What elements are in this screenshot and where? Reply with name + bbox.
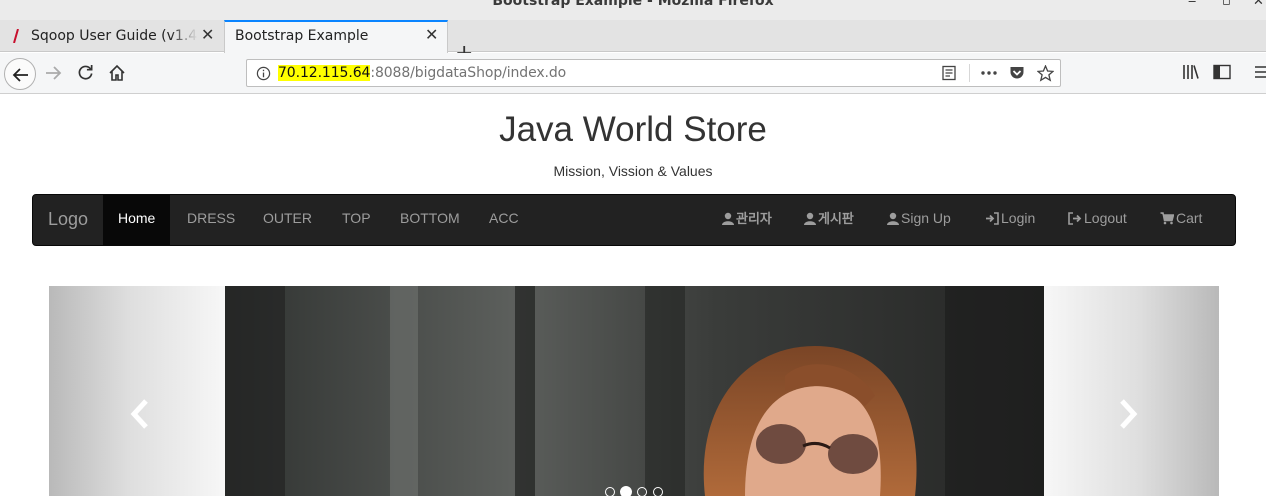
user-icon bbox=[887, 212, 899, 225]
reload-button[interactable] bbox=[77, 64, 94, 81]
url-text[interactable]: 70.12.115.64:8088/bigdataShop/index.do bbox=[278, 65, 566, 81]
site-info-icon[interactable] bbox=[256, 66, 271, 81]
nav-item-admin[interactable]: 관리자 bbox=[722, 195, 772, 245]
log-in-icon bbox=[986, 212, 999, 225]
menu-icon[interactable] bbox=[1254, 64, 1266, 80]
page-title: Java World Store bbox=[499, 110, 767, 149]
navbar-brand[interactable]: Logo bbox=[48, 209, 88, 230]
favicon-icon bbox=[13, 29, 19, 43]
sidebar-icon[interactable] bbox=[1213, 64, 1231, 80]
chevron-left-icon[interactable] bbox=[129, 398, 151, 430]
bookmark-star-icon[interactable] bbox=[1037, 65, 1054, 82]
user-icon bbox=[804, 212, 816, 225]
page-subtitle: Mission, Vission & Values bbox=[553, 163, 713, 179]
home-button[interactable] bbox=[108, 64, 126, 82]
image-carousel bbox=[49, 286, 1219, 496]
pocket-icon[interactable] bbox=[1009, 65, 1025, 81]
nav-item-home[interactable]: Home bbox=[103, 195, 171, 245]
shopping-cart-icon bbox=[1160, 212, 1174, 225]
navigation-toolbar: 70.12.115.64:8088/bigdataShop/index.do bbox=[0, 53, 1266, 94]
carousel-next-control[interactable] bbox=[1044, 286, 1219, 496]
maximize-button[interactable]: ▫ bbox=[1222, 0, 1231, 9]
arrow-left-icon bbox=[12, 68, 28, 82]
tab-sqoop-user-guide[interactable]: Sqoop User Guide (v1.4.6) ✕ bbox=[0, 20, 223, 52]
page-actions-icon[interactable] bbox=[980, 65, 998, 81]
carousel-indicator[interactable] bbox=[637, 487, 647, 496]
url-path: :8088/bigdataShop/index.do bbox=[370, 65, 567, 81]
carousel-slide-image bbox=[225, 286, 1044, 496]
tab-strip: Sqoop User Guide (v1.4.6) ✕ Bootstrap Ex… bbox=[0, 20, 1266, 66]
nav-item-sign-up[interactable]: Sign Up bbox=[887, 195, 951, 245]
window-title: Bootstrap Example - Mozilla Firefox bbox=[492, 0, 774, 9]
site-navbar: Logo Home DRESS OUTER TOP BOTTOM ACC 관리자… bbox=[32, 194, 1236, 246]
user-icon bbox=[722, 212, 734, 225]
minimize-button[interactable]: ‒ bbox=[1188, 0, 1196, 9]
nav-item-dress[interactable]: DRESS bbox=[172, 195, 250, 245]
nav-item-cart[interactable]: Cart bbox=[1160, 195, 1202, 245]
close-tab-icon[interactable]: ✕ bbox=[201, 25, 214, 44]
nav-item-bottom[interactable]: BOTTOM bbox=[385, 195, 475, 245]
nav-item-acc[interactable]: ACC bbox=[474, 195, 534, 245]
back-button[interactable] bbox=[4, 58, 36, 90]
nav-item-login[interactable]: Login bbox=[985, 195, 1035, 245]
reader-view-icon[interactable] bbox=[941, 65, 957, 81]
close-tab-icon[interactable]: ✕ bbox=[425, 25, 438, 44]
forward-button[interactable] bbox=[44, 64, 62, 82]
carousel-indicator[interactable] bbox=[605, 487, 615, 496]
library-icon[interactable] bbox=[1182, 64, 1200, 80]
carousel-indicator[interactable] bbox=[653, 487, 663, 496]
url-bar[interactable]: 70.12.115.64:8088/bigdataShop/index.do bbox=[246, 59, 1061, 87]
url-host: 70.12.115.64 bbox=[278, 65, 371, 81]
carousel-indicator-active[interactable] bbox=[620, 486, 632, 496]
tab-label: Bootstrap Example bbox=[235, 28, 369, 44]
close-window-button[interactable]: ✕ bbox=[1253, 0, 1264, 9]
window-titlebar: Bootstrap Example - Mozilla Firefox ‒ ▫ … bbox=[0, 0, 1266, 20]
nav-item-top[interactable]: TOP bbox=[327, 195, 386, 245]
nav-item-logout[interactable]: Logout bbox=[1068, 195, 1127, 245]
chevron-right-icon[interactable] bbox=[1117, 398, 1139, 430]
nav-item-outer[interactable]: OUTER bbox=[248, 195, 327, 245]
nav-item-board[interactable]: 게시판 bbox=[804, 195, 854, 245]
carousel-prev-control[interactable] bbox=[49, 286, 225, 496]
log-out-icon bbox=[1068, 212, 1082, 225]
tab-bootstrap-example[interactable]: Bootstrap Example ✕ bbox=[224, 20, 448, 53]
